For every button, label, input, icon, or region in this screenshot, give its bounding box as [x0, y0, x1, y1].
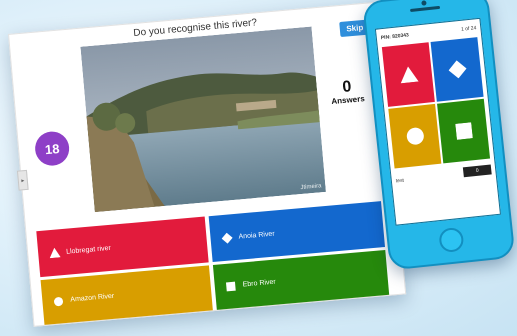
square-icon — [454, 122, 473, 140]
square-icon — [224, 280, 237, 293]
phone-answer-triangle[interactable] — [381, 42, 435, 107]
circle-icon — [406, 127, 424, 145]
question-image: Jtimeira — [80, 26, 326, 213]
river-photo — [80, 26, 326, 213]
side-tab-arrow-icon: ▸ — [21, 177, 25, 184]
side-tab-button[interactable]: ▸ — [16, 169, 29, 191]
phone-answer-square[interactable] — [437, 98, 491, 164]
speaker-grille — [409, 5, 441, 13]
answer-option-1-label: Llobregat river — [65, 244, 112, 256]
phone-device: PIN: 820343 1 of 24 test 0 — [362, 0, 516, 271]
player-score: 0 — [462, 164, 492, 178]
phone-answer-circle[interactable] — [388, 103, 442, 169]
question-progress: 1 of 24 — [460, 25, 477, 33]
diamond-icon — [220, 231, 233, 244]
triangle-icon — [400, 66, 419, 84]
phone-screen: PIN: 820343 1 of 24 test 0 — [374, 17, 501, 226]
answer-option-2-label: Anoia River — [238, 230, 275, 241]
player-name: test — [395, 177, 405, 185]
timer-badge: 18 — [33, 130, 71, 168]
game-pin: PIN: 820343 — [380, 32, 410, 42]
answer-option-4-label: Ebro River — [242, 278, 277, 289]
answers-counter: 0 Answers — [316, 77, 378, 107]
triangle-icon — [48, 246, 61, 259]
quiz-screen: Do you recognise this river? Skip Jtimei… — [8, 1, 407, 327]
answer-option-3-label: Amazon River — [70, 292, 115, 304]
phone-answer-diamond[interactable] — [430, 37, 484, 102]
camera-icon — [421, 0, 427, 6]
circle-icon — [52, 295, 65, 308]
home-button[interactable] — [438, 226, 465, 254]
diamond-icon — [448, 60, 467, 79]
